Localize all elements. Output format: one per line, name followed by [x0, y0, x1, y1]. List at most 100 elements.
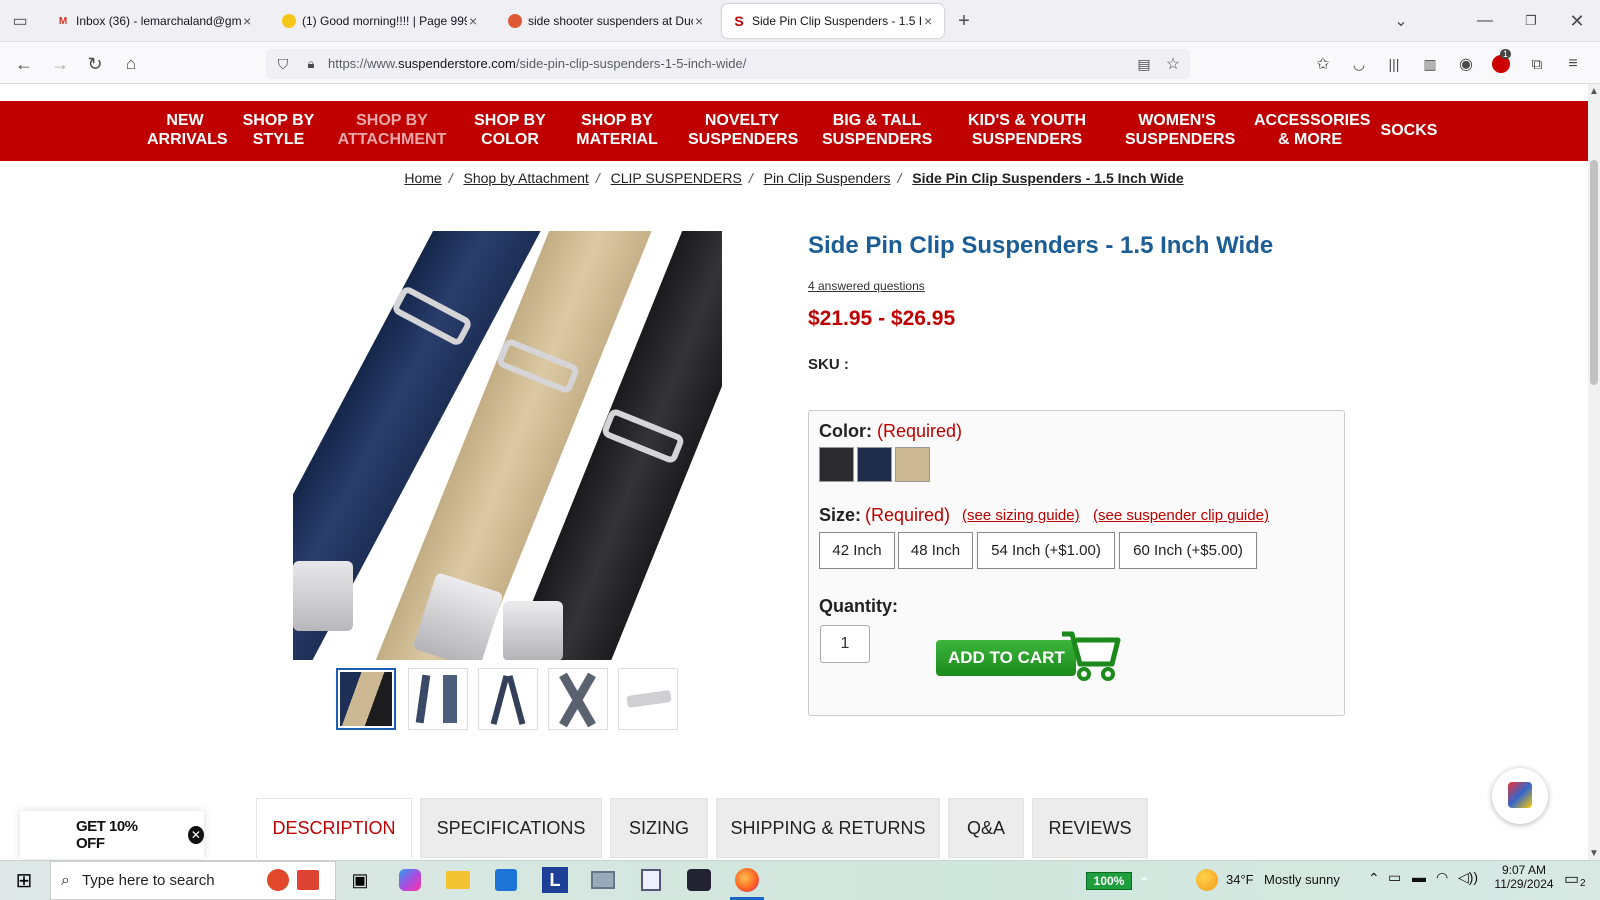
- gift-icon[interactable]: [292, 864, 324, 896]
- menu-big-tall-suspenders[interactable]: BIG & TALL SUSPENDERS: [822, 111, 932, 149]
- tray-chevron-icon[interactable]: ⌃: [1368, 870, 1380, 887]
- tab-sizing[interactable]: SIZING: [610, 798, 708, 858]
- pocket-icon[interactable]: ◡: [1346, 51, 1372, 77]
- menu-shop-by-color[interactable]: SHOP BY COLOR: [472, 111, 548, 149]
- close-tab-icon[interactable]: ×: [924, 13, 932, 29]
- copilot-icon[interactable]: [394, 864, 426, 896]
- minimize-icon[interactable]: —: [1472, 8, 1498, 34]
- tab-specifications[interactable]: SPECIFICATIONS: [420, 798, 602, 858]
- product-main-image[interactable]: [293, 231, 722, 660]
- app-menu-icon[interactable]: ≡: [1560, 51, 1586, 77]
- reload-icon[interactable]: ↻: [82, 51, 108, 77]
- size-option-60[interactable]: 60 Inch (+$5.00): [1119, 532, 1257, 569]
- breadcrumb-current[interactable]: Side Pin Clip Suspenders - 1.5 Inch Wide: [912, 170, 1183, 186]
- forward-icon[interactable]: →: [47, 51, 73, 77]
- scroll-down-icon[interactable]: ▼: [1589, 848, 1599, 859]
- close-tab-icon[interactable]: ×: [469, 13, 477, 29]
- notifications-icon[interactable]: ▭: [1564, 869, 1579, 889]
- photos-icon[interactable]: [587, 864, 619, 896]
- wifi-icon[interactable]: ◠: [1436, 869, 1448, 886]
- menu-womens-suspenders[interactable]: WOMEN'S SUSPENDERS: [1125, 111, 1235, 149]
- menu-shop-by-material[interactable]: SHOP BY MATERIAL: [576, 111, 658, 149]
- breadcrumb-shop-by-attachment[interactable]: Shop by Attachment: [464, 170, 589, 186]
- color-swatch-black[interactable]: [819, 447, 854, 482]
- breadcrumb-clip-suspenders[interactable]: CLIP SUSPENDERS: [611, 170, 742, 186]
- close-promo-icon[interactable]: ✕: [187, 826, 204, 844]
- menu-new-arrivals[interactable]: NEW ARRIVALS: [147, 111, 228, 149]
- thumbnail-5[interactable]: [618, 668, 678, 730]
- app-l-icon[interactable]: L: [539, 864, 571, 896]
- firefox-icon[interactable]: [731, 864, 763, 896]
- window-close-icon[interactable]: ✕: [1564, 8, 1590, 34]
- library-icon[interactable]: |||: [1381, 51, 1407, 77]
- size-option-42[interactable]: 42 Inch: [819, 532, 895, 569]
- tab-reviews[interactable]: REVIEWS: [1032, 798, 1148, 858]
- menu-kids-youth-suspenders[interactable]: KID'S & YOUTH SUSPENDERS: [967, 111, 1087, 149]
- save-to-pocket-star-icon[interactable]: ✩: [1310, 51, 1336, 77]
- back-icon[interactable]: ←: [11, 51, 37, 77]
- browser-tab[interactable]: M Inbox (36) - lemarchaland@gm ×: [56, 0, 256, 42]
- clock[interactable]: 9:07 AM 11/29/2024: [1492, 863, 1556, 891]
- notepad-icon[interactable]: [635, 864, 667, 896]
- weather-icon[interactable]: [1196, 869, 1218, 891]
- extensions-icon[interactable]: ⧉: [1524, 51, 1550, 77]
- browser-tab[interactable]: side shooter suspenders at Duck ×: [508, 0, 708, 42]
- clip-guide-link[interactable]: (see suspender clip guide): [1093, 507, 1269, 524]
- shopping-assistant-button[interactable]: [1492, 768, 1548, 824]
- url-text[interactable]: https://www.suspenderstore.com/side-pin-…: [328, 56, 746, 71]
- browser-tab[interactable]: (1) Good morning!!!! | Page 999 ×: [282, 0, 482, 42]
- camera-icon[interactable]: [683, 864, 715, 896]
- sizing-guide-link[interactable]: (see sizing guide): [962, 507, 1080, 524]
- sidebar-icon[interactable]: ▥: [1417, 51, 1443, 77]
- thumbnail-1[interactable]: [336, 668, 396, 730]
- close-tab-icon[interactable]: ×: [243, 13, 251, 29]
- thumbnail-4[interactable]: [548, 668, 608, 730]
- tab-qa[interactable]: Q&A: [948, 798, 1024, 858]
- breadcrumb-pin-clip-suspenders[interactable]: Pin Clip Suspenders: [764, 170, 891, 186]
- breadcrumb-home[interactable]: Home: [404, 170, 441, 186]
- thumbnail-3[interactable]: [478, 668, 538, 730]
- browser-tab-active[interactable]: S Side Pin Clip Suspenders - 1.5 In ×: [722, 4, 944, 38]
- weather-temp[interactable]: 34°F: [1226, 872, 1254, 887]
- tab-list-icon[interactable]: ▭: [7, 8, 33, 34]
- shield-icon[interactable]: ⛉: [270, 51, 296, 77]
- start-windows-icon[interactable]: ⊞: [8, 864, 40, 896]
- volume-icon[interactable]: ◁)): [1458, 869, 1478, 886]
- account-icon[interactable]: ◉: [1453, 51, 1479, 77]
- close-tab-icon[interactable]: ×: [695, 13, 703, 29]
- tab-overflow-chevron-icon[interactable]: ⌄: [1388, 8, 1414, 34]
- menu-socks[interactable]: SOCKS: [1380, 121, 1438, 140]
- menu-accessories-more[interactable]: ACCESSORIES & MORE: [1254, 111, 1370, 149]
- microsoft-store-icon[interactable]: [490, 864, 522, 896]
- thumbnail-2[interactable]: [408, 668, 468, 730]
- restore-icon[interactable]: ❐: [1518, 8, 1544, 34]
- size-option-48[interactable]: 48 Inch: [898, 532, 973, 569]
- home-icon[interactable]: ⌂: [118, 51, 144, 77]
- reader-view-icon[interactable]: ▤: [1131, 51, 1157, 77]
- menu-novelty-suspenders[interactable]: NOVELTY SUSPENDERS: [688, 111, 798, 149]
- tab-description[interactable]: DESCRIPTION: [256, 798, 412, 858]
- size-option-54[interactable]: 54 Inch (+$1.00): [977, 532, 1115, 569]
- add-to-cart-button[interactable]: ADD TO CART: [936, 640, 1076, 676]
- color-swatch-navy[interactable]: [857, 447, 892, 482]
- lock-icon[interactable]: 🔒︎: [298, 51, 324, 77]
- quantity-input[interactable]: 1: [820, 625, 870, 663]
- scroll-up-icon[interactable]: ▲: [1589, 86, 1599, 97]
- quantity-label: Quantity:: [819, 596, 898, 616]
- weather-desc[interactable]: Mostly sunny: [1264, 872, 1340, 887]
- discount-promo[interactable]: GET 10% OFF ✕: [20, 811, 204, 859]
- tab-shipping-returns[interactable]: SHIPPING & RETURNS: [716, 798, 940, 858]
- task-view-icon[interactable]: ▣: [344, 864, 376, 896]
- meet-now-icon[interactable]: ▭: [1388, 869, 1401, 886]
- battery-indicator[interactable]: 100%: [1086, 872, 1132, 890]
- menu-shop-by-attachment[interactable]: SHOP BY ATTACHMENT: [336, 111, 448, 149]
- file-explorer-icon[interactable]: [442, 864, 474, 896]
- answered-questions-link[interactable]: 4 answered questions: [808, 279, 925, 293]
- alarm-clock-icon[interactable]: [262, 864, 294, 896]
- scrollbar-thumb[interactable]: [1590, 160, 1598, 385]
- new-tab-icon[interactable]: +: [951, 8, 977, 34]
- menu-shop-by-style[interactable]: SHOP BY STYLE: [241, 111, 316, 149]
- color-swatch-tan[interactable]: [895, 447, 930, 482]
- bookmark-star-icon[interactable]: ☆: [1160, 51, 1186, 77]
- battery-icon[interactable]: ▬: [1412, 869, 1426, 885]
